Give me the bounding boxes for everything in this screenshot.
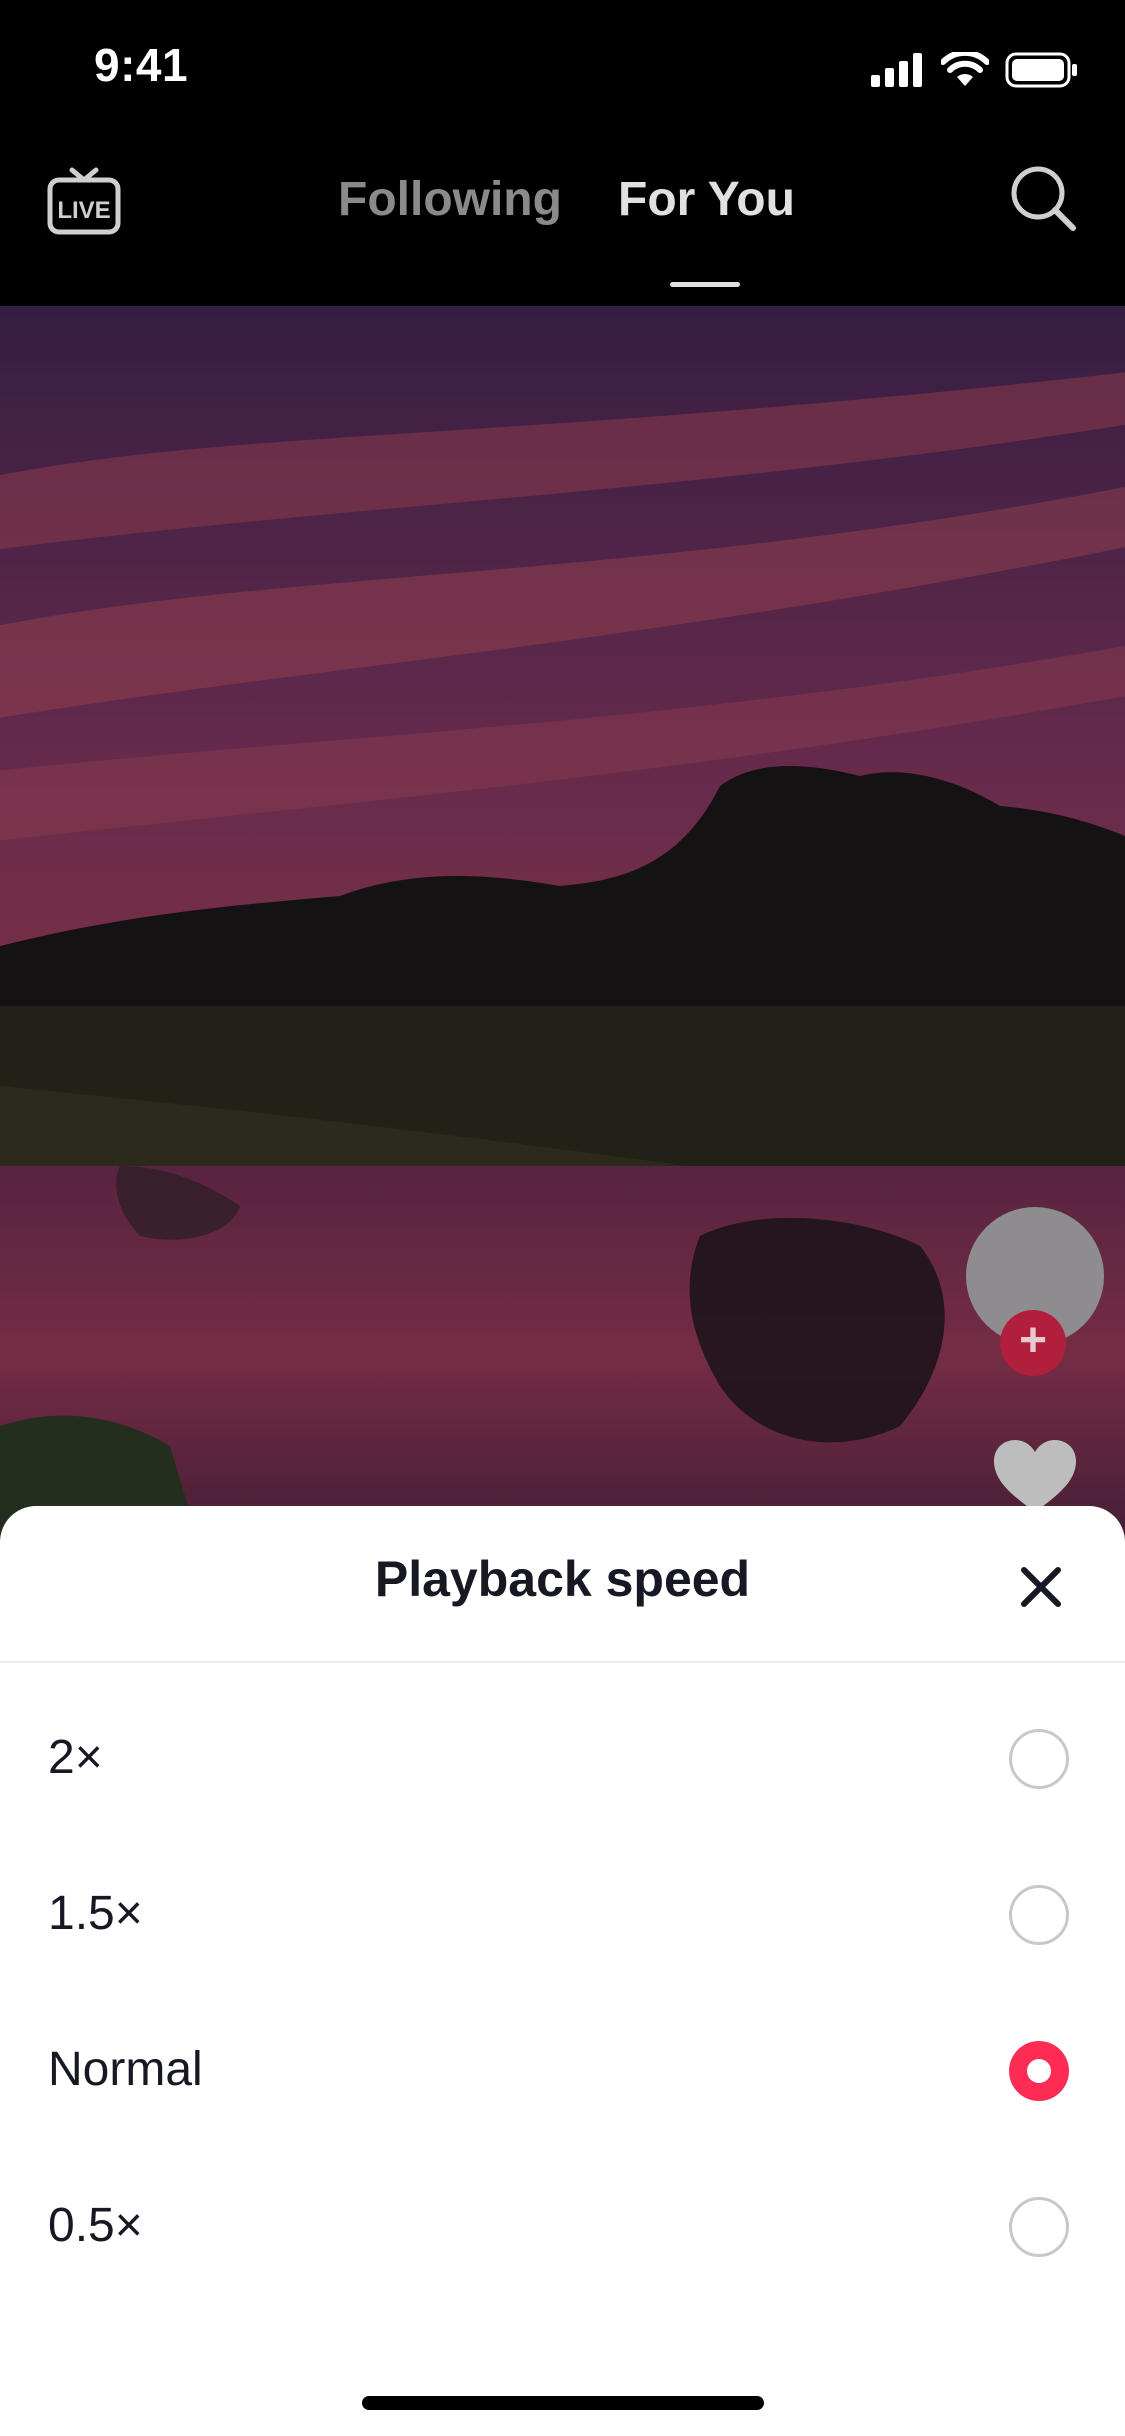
speed-option-label: Normal [48, 2043, 203, 2096]
cellular-signal-icon [871, 53, 922, 87]
search-icon[interactable] [1007, 162, 1079, 234]
status-bar: 9:41 [0, 0, 1125, 132]
playback-speed-sheet: Playback speed 2× 1.5× Normal 0.5× [0, 1506, 1125, 2436]
plus-icon[interactable]: + [1000, 1310, 1066, 1376]
wifi-icon [941, 52, 989, 86]
home-indicator[interactable] [362, 2396, 764, 2410]
heart-icon[interactable] [990, 1436, 1080, 1516]
tab-for-you[interactable]: For You [618, 172, 795, 227]
sheet-divider [0, 1661, 1125, 1663]
video-player[interactable] [0, 306, 1125, 1546]
speed-option-1-5x[interactable]: 1.5× [0, 1848, 1125, 1988]
top-navigation: LIVE Following For You [0, 132, 1125, 306]
live-tv-icon[interactable]: LIVE [46, 162, 122, 238]
speed-option-label: 1.5× [48, 1887, 143, 1940]
video-dim-overlay [0, 306, 1125, 1546]
radio-button-selected[interactable] [1009, 2041, 1069, 2101]
radio-button[interactable] [1009, 2197, 1069, 2257]
status-icons [871, 50, 1079, 90]
tab-following[interactable]: Following [338, 172, 562, 227]
radio-button[interactable] [1009, 1729, 1069, 1789]
speed-option-label: 2× [48, 1731, 103, 1784]
speed-option-2x[interactable]: 2× [0, 1692, 1125, 1832]
status-time: 9:41 [94, 39, 189, 91]
live-label: LIVE [57, 197, 110, 224]
speed-option-0-5x[interactable]: 0.5× [0, 2160, 1125, 2300]
speed-option-normal[interactable]: Normal [0, 2004, 1125, 2144]
speed-option-label: 0.5× [48, 2199, 143, 2252]
active-tab-indicator [670, 282, 740, 287]
radio-button[interactable] [1009, 1885, 1069, 1945]
sheet-title: Playback speed [374, 1551, 751, 1607]
battery-icon [1005, 52, 1077, 88]
close-icon[interactable] [1010, 1556, 1072, 1618]
